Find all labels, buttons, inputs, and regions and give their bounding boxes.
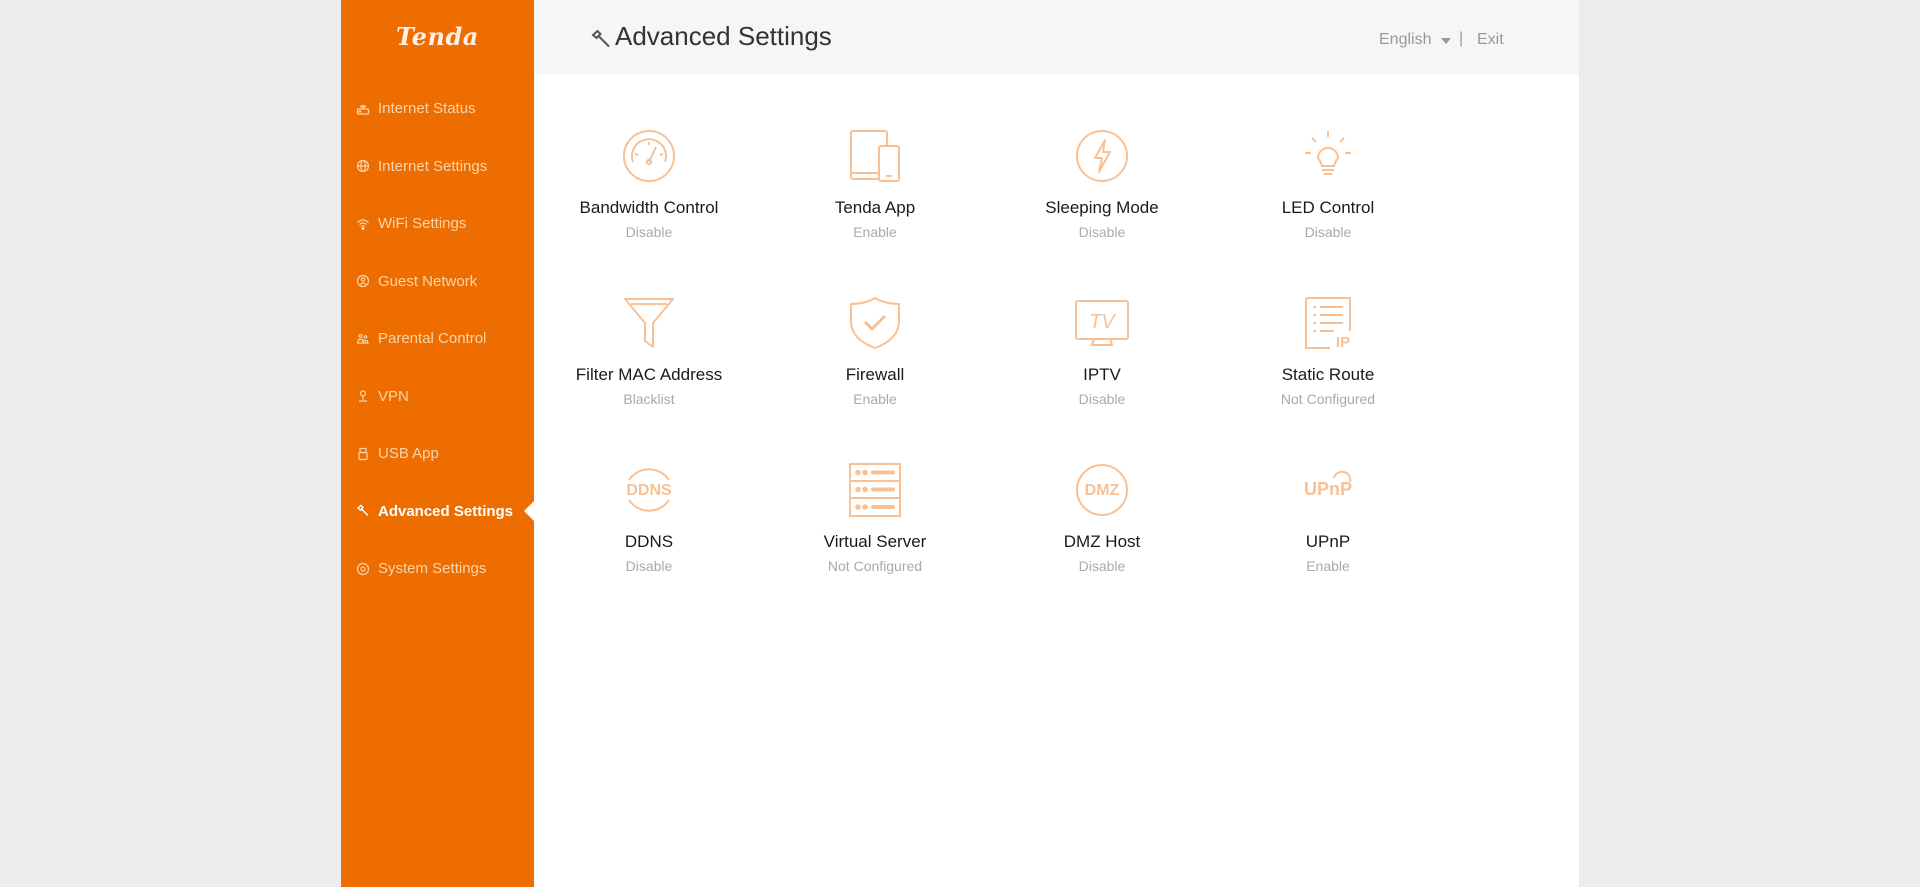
tv-icon: TV xyxy=(1074,295,1130,351)
tile-status: Disable xyxy=(1078,558,1126,574)
sidebar-item-label: Guest Network xyxy=(378,272,478,290)
sidebar-item-advanced-settings[interactable]: Advanced Settings xyxy=(341,483,534,541)
tile-bandwidth-control[interactable]: Bandwidth Control Disable xyxy=(559,74,739,240)
sidebar-item-internet-status[interactable]: Internet Status xyxy=(341,80,534,138)
tile-status: Not Configured xyxy=(1280,391,1376,407)
light-bulb-icon xyxy=(1300,128,1356,184)
server-icon xyxy=(847,462,903,518)
tile-dmz-host[interactable]: DMZ DMZ Host Disable xyxy=(1012,408,1192,574)
upnp-icon: UPnP xyxy=(1300,462,1356,518)
language-value: English xyxy=(1379,31,1432,48)
tile-label: IPTV xyxy=(1083,365,1121,384)
tile-label: Static Route xyxy=(1281,365,1375,384)
sidebar-item-label: Advanced Settings xyxy=(378,502,514,520)
usb-icon xyxy=(355,446,371,462)
tile-status: Disable xyxy=(625,558,673,574)
funnel-icon xyxy=(621,295,677,351)
tile-status: Disable xyxy=(1078,224,1126,240)
tile-iptv[interactable]: TV IPTV Disable xyxy=(1012,241,1192,407)
dmz-icon: DMZ xyxy=(1074,462,1130,518)
devices-icon xyxy=(847,128,903,184)
tile-status: Disable xyxy=(1078,391,1126,407)
router-icon xyxy=(355,101,371,117)
sidebar-item-usb-app[interactable]: USB App xyxy=(341,425,534,483)
shield-check-icon xyxy=(847,295,903,351)
tile-status: Disable xyxy=(1304,224,1352,240)
tile-status: Enable xyxy=(853,391,897,407)
sidebar-item-guest-network[interactable]: Guest Network xyxy=(341,253,534,311)
globe-icon xyxy=(355,158,371,174)
tile-label: Bandwidth Control xyxy=(579,198,719,217)
tile-status: Blacklist xyxy=(623,391,675,407)
chevron-down-icon xyxy=(1441,38,1452,44)
tile-firewall[interactable]: Firewall Enable xyxy=(785,241,965,407)
tile-filter-mac-address[interactable]: Filter MAC Address Blacklist xyxy=(559,241,739,407)
language-selector[interactable]: English xyxy=(1379,31,1452,49)
sidebar-item-label: VPN xyxy=(378,387,409,405)
vpn-icon xyxy=(355,388,371,404)
wrench-icon xyxy=(355,503,371,519)
dmz-icon-text: DMZ xyxy=(1085,482,1120,499)
upnp-icon-text: UPnP xyxy=(1304,479,1352,499)
speedometer-icon xyxy=(621,128,677,184)
wrench-icon xyxy=(590,28,612,50)
tv-icon-text: TV xyxy=(1089,311,1116,333)
sidebar-item-system-settings[interactable]: System Settings xyxy=(341,540,534,598)
tile-label: UPnP xyxy=(1305,532,1351,551)
tile-label: LED Control xyxy=(1281,198,1375,217)
tile-label: Virtual Server xyxy=(823,532,927,551)
tile-ddns[interactable]: DDNS DDNS Disable xyxy=(559,408,739,574)
sidebar-nav: Internet Status Internet Settings WiFi S… xyxy=(341,80,534,598)
sidebar-item-label: System Settings xyxy=(378,560,487,578)
static-route-icon: IP xyxy=(1300,295,1356,351)
exit-link[interactable]: Exit xyxy=(1477,31,1504,49)
page-header: Advanced Settings English | Exit xyxy=(534,0,1579,74)
sidebar-item-label: Internet Settings xyxy=(378,157,488,175)
sidebar-item-internet-settings[interactable]: Internet Settings xyxy=(341,138,534,196)
lightning-icon xyxy=(1074,128,1130,184)
tile-status: Not Configured xyxy=(827,558,923,574)
tile-status: Disable xyxy=(625,224,673,240)
sidebar-item-wifi-settings[interactable]: WiFi Settings xyxy=(341,195,534,253)
sidebar-item-label: WiFi Settings xyxy=(378,215,467,233)
sidebar-item-label: USB App xyxy=(378,445,439,463)
tile-label: DDNS xyxy=(624,532,674,551)
sidebar-item-label: Parental Control xyxy=(378,330,487,348)
tile-upnp[interactable]: UPnP UPnP Enable xyxy=(1238,408,1418,574)
page-title: Advanced Settings xyxy=(615,21,832,51)
sidebar-item-vpn[interactable]: VPN xyxy=(341,368,534,426)
tile-label: DMZ Host xyxy=(1063,532,1141,551)
tile-virtual-server[interactable]: Virtual Server Not Configured xyxy=(785,408,965,574)
tenda-logo: Tenda xyxy=(396,22,479,51)
tile-sleeping-mode[interactable]: Sleeping Mode Disable xyxy=(1012,74,1192,240)
settings-grid: Bandwidth Control Disable Tenda App Enab… xyxy=(534,74,1579,887)
sidebar: Tenda Internet Status Internet Settings … xyxy=(341,0,534,887)
wifi-icon xyxy=(355,216,371,232)
guest-network-icon xyxy=(355,273,371,289)
ddns-icon-text: DDNS xyxy=(626,482,672,499)
ip-icon-text: IP xyxy=(1336,334,1350,351)
app-frame: Tenda Internet Status Internet Settings … xyxy=(341,0,1579,887)
tile-status: Enable xyxy=(1306,558,1350,574)
tile-static-route[interactable]: IP Static Route Not Configured xyxy=(1238,241,1418,407)
tile-status: Enable xyxy=(853,224,897,240)
tile-label: Tenda App xyxy=(834,198,916,217)
tile-tenda-app[interactable]: Tenda App Enable xyxy=(785,74,965,240)
sidebar-item-parental-control[interactable]: Parental Control xyxy=(341,310,534,368)
tile-led-control[interactable]: LED Control Disable xyxy=(1238,74,1418,240)
parental-control-icon xyxy=(355,331,371,347)
tile-label: Filter MAC Address xyxy=(575,365,723,384)
ddns-icon: DDNS xyxy=(621,462,677,518)
header-separator: | xyxy=(1459,30,1464,47)
gear-icon xyxy=(355,561,371,577)
tile-label: Sleeping Mode xyxy=(1045,198,1159,217)
tile-label: Firewall xyxy=(845,365,905,384)
sidebar-item-label: Internet Status xyxy=(378,100,476,118)
